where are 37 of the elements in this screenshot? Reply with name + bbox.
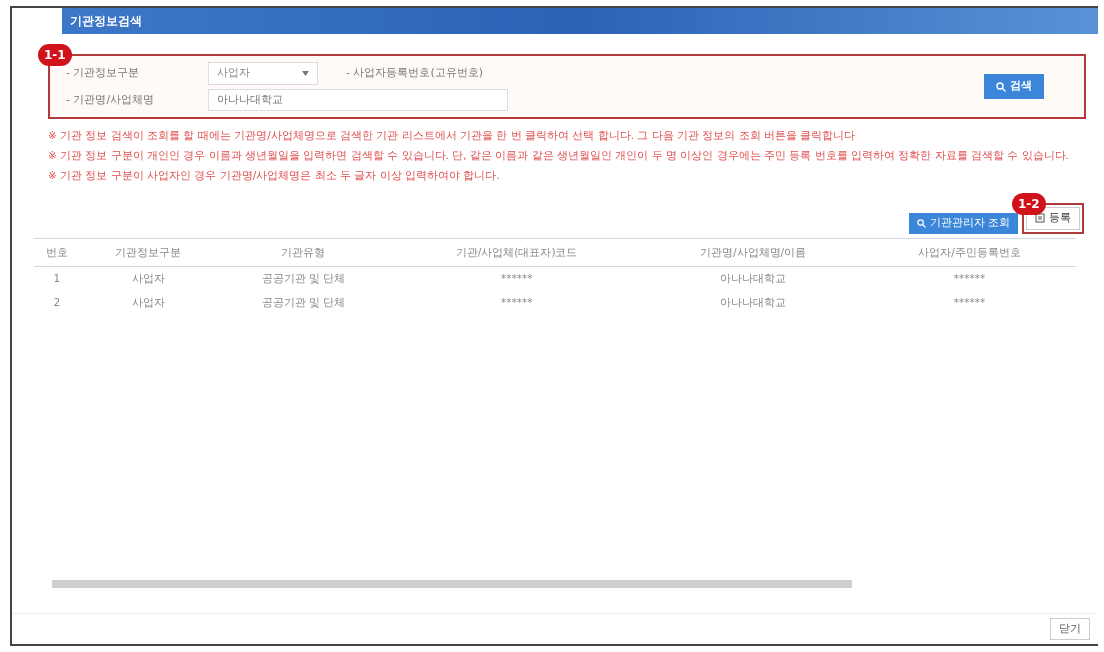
table-cell: 아나나대학교 bbox=[642, 266, 864, 291]
table-cell: ****** bbox=[390, 266, 643, 291]
window-title: 기관정보검색 bbox=[70, 13, 142, 30]
document-icon bbox=[1035, 213, 1045, 224]
admin-lookup-button[interactable]: 기관관리자 조회 bbox=[908, 213, 1018, 234]
table-cell: 사업자 bbox=[79, 266, 217, 291]
step-badge: 1-1 bbox=[38, 44, 72, 66]
field-label: - 기관명/사업체명 bbox=[66, 91, 156, 108]
column-header: 기관/사업체(대표자)코드 bbox=[390, 238, 643, 267]
search-icon bbox=[916, 218, 926, 228]
table-cell-text: ****** bbox=[499, 295, 534, 310]
column-header: 사업자/주민등록번호 bbox=[863, 238, 1076, 267]
table-cell: ****** bbox=[863, 266, 1076, 291]
column-header: 기관정보구분 bbox=[79, 238, 217, 267]
column-header: 기관유형 bbox=[216, 238, 391, 267]
column-header: 기관명/사업체명/이름 bbox=[642, 238, 864, 267]
dropdown-arrow-icon bbox=[302, 70, 309, 76]
table-cell: 공공기관 및 단체 bbox=[216, 266, 391, 291]
table-cell: 1 bbox=[34, 266, 80, 291]
notice-text: ※ 기관 정보 구분이 사업자인 경우 기관명/사업체명은 최소 두 글자 이상 입력하여야 합니다. bbox=[48, 168, 501, 183]
name-input-field[interactable]: 아나나대학교 bbox=[208, 88, 508, 111]
search-icon bbox=[996, 81, 1006, 92]
field-label: - 기관정보구분 bbox=[66, 65, 141, 81]
notice-text: ※ 기관 정보 검색이 조회를 할 때에는 기관명/사업체명으로 검색한 기관 리스트에서 기관을 한 번 클릭하여 선택 합니다. 그 다음 기관 정보의 조회 버튼을 클릭합니다 bbox=[48, 128, 857, 143]
column-header: 번호 bbox=[34, 238, 80, 267]
table-cell-text: 아나나대학교 bbox=[719, 295, 788, 310]
step-badge: 1-2 bbox=[1012, 193, 1046, 215]
search-button[interactable]: 검색 bbox=[984, 74, 1044, 99]
table-cell-text: 2 bbox=[52, 295, 62, 310]
table-cell-text: ****** bbox=[952, 295, 987, 310]
table-cell-text: 공공기관 및 단체 bbox=[260, 295, 347, 310]
register-button[interactable]: 등록 bbox=[1026, 207, 1080, 230]
notice-text: ※ 기관 정보 구분이 개인인 경우 이름과 생년월일을 입력하면 검색할 수 있습니다. 단, 같은 이름과 같은 생년월일인 개인이 두 명 이상인 경우에는 주민 등록 번호를 입력하여 정확한 자료를 검색할 수 있습니다. bbox=[48, 148, 1070, 163]
close-button[interactable]: 닫기 bbox=[1050, 617, 1090, 640]
table-cell-text: 사업자 bbox=[130, 295, 166, 310]
category-select[interactable]: 사업자 bbox=[208, 62, 318, 85]
field-label: - 사업자등록번호(고유번호) bbox=[346, 65, 484, 81]
